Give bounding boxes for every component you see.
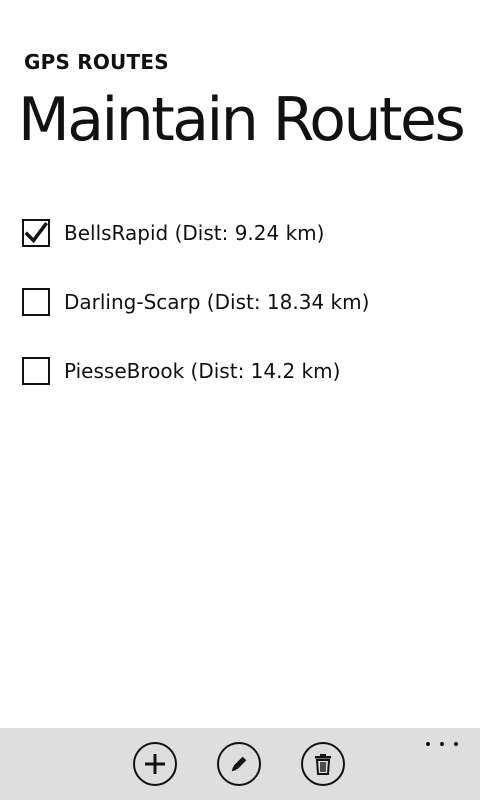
route-list: BellsRapid (Dist: 9.24 km) Darling-Scarp… [22, 216, 462, 423]
checkmark-icon [24, 222, 48, 244]
ellipsis-icon [454, 742, 458, 746]
ellipsis-icon [426, 742, 430, 746]
add-button[interactable] [133, 742, 177, 786]
route-item-bellsrapid[interactable]: BellsRapid (Dist: 9.24 km) [22, 216, 462, 250]
route-checkbox[interactable] [22, 357, 50, 385]
edit-button[interactable] [217, 742, 261, 786]
app-bar [0, 728, 480, 800]
delete-icon [315, 754, 331, 775]
route-checkbox[interactable] [22, 288, 50, 316]
app-title: GPS ROUTES [24, 50, 169, 74]
ellipsis-icon [440, 742, 444, 746]
edit-icon [231, 756, 247, 772]
route-item-piessebrook[interactable]: PiesseBrook (Dist: 14.2 km) [22, 354, 462, 388]
route-label: Darling-Scarp (Dist: 18.34 km) [64, 290, 370, 314]
page-title: Maintain Routes [18, 85, 466, 155]
delete-button[interactable] [301, 742, 345, 786]
route-checkbox[interactable] [22, 219, 50, 247]
add-icon [145, 754, 165, 774]
route-label: BellsRapid (Dist: 9.24 km) [64, 221, 325, 245]
route-label: PiesseBrook (Dist: 14.2 km) [64, 359, 341, 383]
more-options-button[interactable] [426, 736, 458, 752]
route-item-darling-scarp[interactable]: Darling-Scarp (Dist: 18.34 km) [22, 285, 462, 319]
